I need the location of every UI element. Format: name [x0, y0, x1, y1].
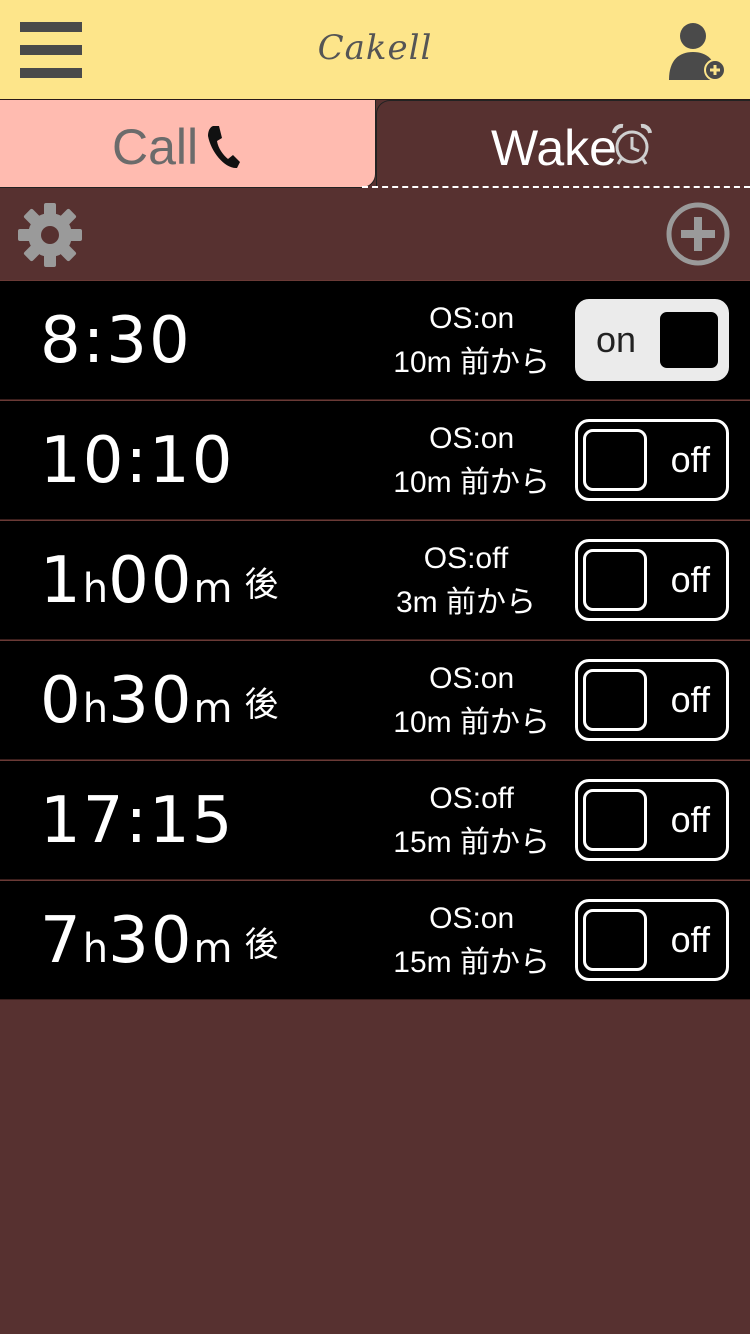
toggle-knob [583, 549, 647, 611]
tab-bar: Call Wake [0, 100, 750, 188]
alarm-time: 17:15 [40, 784, 235, 858]
alarm-row[interactable]: 10:10 OS:on 10m 前から off [0, 400, 750, 520]
lead-time: 10m 前から [393, 466, 550, 499]
alarm-status: OS:on 15m 前から [393, 897, 550, 985]
alarm-countdown: 1h00m 後 [40, 545, 278, 625]
hours-unit: h [82, 566, 109, 612]
toggle-label: off [670, 799, 710, 840]
lead-time: 15m 前から [393, 826, 550, 859]
alarm-row[interactable]: 17:15 OS:off 15m 前から off [0, 760, 750, 880]
minutes-value: 30 [108, 904, 194, 978]
phone-icon [208, 126, 240, 169]
lead-time: 10m 前から [393, 706, 550, 739]
gear-icon[interactable] [17, 202, 83, 268]
add-user-icon[interactable] [665, 18, 729, 82]
minutes-unit: m [193, 686, 233, 732]
alarm-row[interactable]: 1h00m 後 OS:off 3m 前から off [0, 520, 750, 640]
hours-unit: h [82, 926, 109, 972]
alarm-row[interactable]: 8:30 OS:on 10m 前から on [0, 280, 750, 400]
minutes-unit: m [193, 566, 233, 612]
after-suffix: 後 [244, 565, 279, 605]
alarm-status: OS:off 15m 前から [393, 777, 550, 865]
alarm-toggle[interactable]: off [575, 659, 729, 741]
toggle-label: off [670, 679, 710, 720]
alarm-clock-icon [612, 123, 652, 165]
alarm-toggle[interactable]: off [575, 899, 729, 981]
alarm-toggle[interactable]: off [575, 539, 729, 621]
after-suffix: 後 [244, 925, 279, 965]
after-suffix: 後 [244, 685, 279, 725]
toggle-label: on [596, 319, 637, 360]
add-alarm-button[interactable] [665, 201, 731, 267]
tab-call[interactable]: Call [0, 100, 376, 188]
toggle-label: off [670, 439, 710, 480]
toggle-knob [657, 309, 721, 371]
os-status: OS:off [429, 782, 514, 815]
alarm-list: 8:30 OS:on 10m 前から on 10:10 OS:on 10m 前か… [0, 280, 750, 1000]
tab-divider [362, 186, 750, 188]
alarm-countdown: 7h30m 後 [40, 905, 278, 985]
alarm-countdown: 0h30m 後 [40, 665, 278, 745]
lead-time: 10m 前から [393, 346, 550, 379]
toggle-knob [583, 669, 647, 731]
alarm-row[interactable]: 7h30m 後 OS:on 15m 前から off [0, 880, 750, 1000]
plus-circle-icon [666, 202, 730, 266]
alarm-status: OS:on 10m 前から [393, 297, 550, 385]
app-header: Cakell [0, 0, 750, 100]
alarm-time: 10:10 [40, 424, 235, 498]
toggle-label: off [670, 919, 710, 960]
hours-value: 1 [40, 544, 83, 618]
alarm-toggle[interactable]: on [575, 299, 729, 381]
lead-time: 3m 前から [395, 586, 536, 619]
lead-time: 15m 前から [393, 946, 550, 979]
tab-call-label: Call [112, 119, 199, 175]
toggle-label: off [670, 559, 710, 600]
os-status: OS:on [429, 902, 515, 935]
alarm-time: 8:30 [40, 304, 192, 378]
os-status: OS:on [429, 422, 515, 455]
tab-wake[interactable]: Wake [376, 100, 750, 188]
toggle-knob [583, 789, 647, 851]
alarm-status: OS:off 3m 前から [396, 537, 536, 625]
minutes-value: 30 [108, 664, 194, 738]
hours-unit: h [82, 686, 109, 732]
app-title: Cakell [317, 28, 433, 68]
toggle-knob [583, 909, 647, 971]
alarm-toggle[interactable]: off [575, 779, 729, 861]
alarm-status: OS:on 10m 前から [393, 657, 550, 745]
alarm-status: OS:on 10m 前から [393, 417, 550, 505]
os-status: OS:on [429, 662, 515, 695]
app-screen: Cakell Call Wake 8:30 OS:on 10m 前から on 1… [0, 0, 750, 1334]
toggle-knob [583, 429, 647, 491]
hours-value: 7 [40, 904, 83, 978]
minutes-value: 00 [108, 544, 194, 618]
alarm-row[interactable]: 0h30m 後 OS:on 10m 前から off [0, 640, 750, 760]
os-status: OS:on [429, 302, 515, 335]
alarm-toggle[interactable]: off [575, 419, 729, 501]
hours-value: 0 [40, 664, 83, 738]
os-status: OS:off [423, 542, 509, 575]
tab-wake-label: Wake [491, 120, 617, 176]
minutes-unit: m [193, 926, 233, 972]
